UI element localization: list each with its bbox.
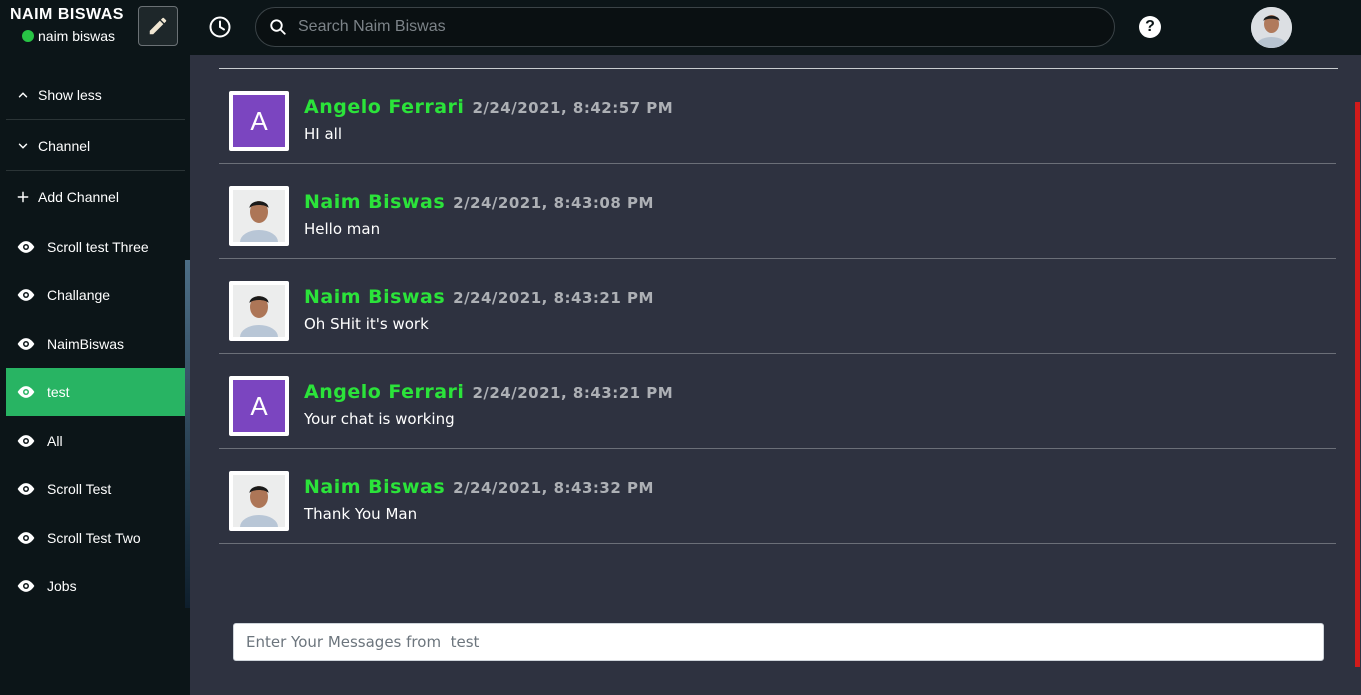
message-author: Naim Biswas [304,191,446,213]
show-less-toggle[interactable]: Show less [6,70,185,120]
photo-avatar [233,475,285,527]
message-text: Oh SHit it's work [304,315,429,333]
channel-toggle-label: Channel [38,137,91,154]
message-avatar [229,281,289,341]
sidebar-item-scroll-test-two[interactable]: Scroll Test Two [6,518,185,558]
sidebar-item-naimbiswas[interactable]: NaimBiswas [6,324,185,364]
eye-icon [11,531,41,545]
message-header: Naim Biswas 2/24/2021, 8:43:32 PM [304,476,654,498]
message-timestamp: 2/24/2021, 8:42:57 PM [472,99,674,117]
eye-icon [11,579,41,593]
message-header: Naim Biswas 2/24/2021, 8:43:21 PM [304,286,654,308]
edit-button[interactable] [138,6,178,46]
plus-icon [8,190,38,204]
search-bar [255,7,1115,47]
sidebar-item-jobs[interactable]: Jobs [6,566,185,606]
scroll-indicator [1355,102,1360,667]
message-item: Naim Biswas 2/24/2021, 8:43:32 PM Thank … [219,449,1336,544]
eye-icon [11,434,41,448]
user-avatar[interactable] [1251,7,1292,48]
message-author: Angelo Ferrari [304,96,465,118]
channel-label: Challange [47,287,111,303]
eye-icon [11,337,41,351]
message-timestamp: 2/24/2021, 8:43:21 PM [453,289,654,307]
add-channel-button[interactable]: Add Channel [6,172,185,222]
channel-label: Scroll Test [47,481,112,497]
channel-label: Scroll Test Two [47,530,141,546]
message-text: Thank You Man [304,505,418,523]
eye-icon [11,240,41,254]
show-less-label: Show less [38,86,102,103]
chevron-up-icon [8,88,38,102]
clock-icon [209,16,231,38]
message-avatar [229,186,289,246]
message-header: Angelo Ferrari 2/24/2021, 8:43:21 PM [304,381,673,403]
channel-toggle[interactable]: Channel [6,121,185,171]
message-header: Angelo Ferrari 2/24/2021, 8:42:57 PM [304,96,673,118]
sidebar-item-scroll-test[interactable]: Scroll Test [6,469,185,509]
message-author: Naim Biswas [304,476,446,498]
eye-icon [11,385,41,399]
add-channel-label: Add Channel [38,189,119,205]
photo-avatar [233,285,285,337]
channel-label: NaimBiswas [47,336,125,352]
chat-area: A Angelo Ferrari 2/24/2021, 8:42:57 PM H… [190,55,1361,695]
message-avatar: A [229,376,289,436]
letter-avatar: A [233,95,285,147]
channel-label: All [47,433,63,449]
message-text: HI all [304,125,342,143]
message-timestamp: 2/24/2021, 8:43:21 PM [472,384,674,402]
message-item: Naim Biswas 2/24/2021, 8:43:08 PM Hello … [219,164,1336,259]
online-status-icon [22,30,34,42]
message-input[interactable] [233,623,1324,661]
message-author: Angelo Ferrari [304,381,465,403]
message-timestamp: 2/24/2021, 8:43:32 PM [453,479,654,497]
channel-label: Scroll test Three [47,239,149,255]
message-timestamp: 2/24/2021, 8:43:08 PM [453,194,654,212]
top-bar: NAIM BISWAS naim biswas ? [0,0,1361,55]
sidebar: Show less Channel Add Channel Scroll tes… [0,55,190,695]
username: naim biswas [38,28,116,44]
channel-label: Jobs [47,578,77,594]
message-text: Your chat is working [304,410,455,428]
pencil-icon [149,17,167,35]
eye-icon [11,482,41,496]
message-avatar [229,471,289,531]
channel-label: test [47,384,70,400]
sidebar-item-test[interactable]: test [6,368,185,416]
sidebar-item-challange[interactable]: Challange [6,275,185,315]
message-item: Naim Biswas 2/24/2021, 8:43:21 PM Oh SHi… [219,259,1336,354]
eye-icon [11,288,41,302]
photo-avatar [233,190,285,242]
current-user: naim biswas [22,28,124,44]
brand-title: NAIM BISWAS [10,6,124,23]
message-header: Naim Biswas 2/24/2021, 8:43:08 PM [304,191,654,213]
sidebar-item-scroll-test-three[interactable]: Scroll test Three [6,227,185,267]
history-button[interactable] [206,13,234,41]
letter-avatar: A [233,380,285,432]
search-input[interactable] [298,18,1078,36]
message-item: A Angelo Ferrari 2/24/2021, 8:43:21 PM Y… [219,354,1336,449]
message-author: Naim Biswas [304,286,446,308]
search-icon [268,17,288,37]
brand: NAIM BISWAS naim biswas [10,6,124,44]
message-item: A Angelo Ferrari 2/24/2021, 8:42:57 PM H… [219,69,1336,164]
message-avatar: A [229,91,289,151]
help-button[interactable]: ? [1139,16,1161,38]
message-text: Hello man [304,220,381,238]
sidebar-item-all[interactable]: All [6,421,185,461]
chevron-down-icon [8,139,38,153]
